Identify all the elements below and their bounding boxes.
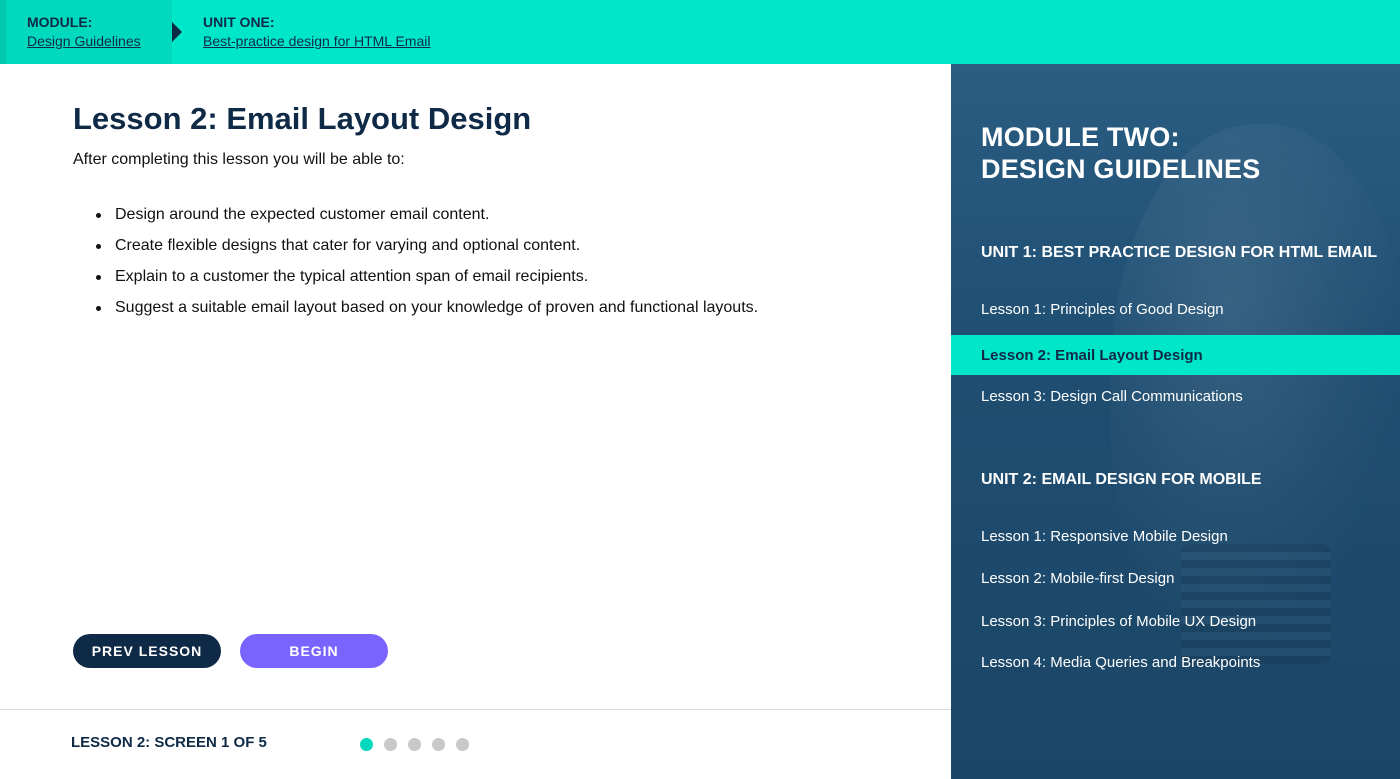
sidebar-lesson-u1-l1[interactable]: Lesson 1: Principles of Good Design: [951, 289, 1400, 329]
unit-2-heading: UNIT 2: EMAIL DESIGN FOR MOBILE: [981, 471, 1262, 488]
sidebar-lesson-u2-l4[interactable]: Lesson 4: Media Queries and Breakpoints: [951, 642, 1400, 682]
pagination-dot-5[interactable]: [456, 738, 469, 751]
breadcrumb-arrow-icon: [172, 22, 182, 42]
objectives-list: Design around the expected customer emai…: [96, 204, 758, 328]
objective-item: Create flexible designs that cater for v…: [96, 235, 758, 266]
sidebar-lesson-u2-l1[interactable]: Lesson 1: Responsive Mobile Design: [951, 516, 1400, 556]
begin-button[interactable]: BEGIN: [240, 634, 388, 668]
page-title: Lesson 2: Email Layout Design: [73, 101, 532, 136]
breadcrumb-unit-label: UNIT ONE:: [203, 14, 275, 30]
sidebar-lesson-u2-l3[interactable]: Lesson 3: Principles of Mobile UX Design: [951, 601, 1400, 641]
unit-1-heading: UNIT 1: BEST PRACTICE DESIGN FOR HTML EM…: [981, 244, 1378, 261]
screen-pagination: [360, 738, 469, 751]
sidebar-lesson-u1-l3[interactable]: Lesson 3: Design Call Communications: [951, 376, 1400, 416]
lesson-content: Lesson 2: Email Layout Design After comp…: [0, 64, 951, 779]
objective-item: Explain to a customer the typical attent…: [96, 266, 758, 297]
pagination-dot-2[interactable]: [384, 738, 397, 751]
objective-item: Design around the expected customer emai…: [96, 204, 758, 235]
pagination-dot-4[interactable]: [432, 738, 445, 751]
objective-item: Suggest a suitable email layout based on…: [96, 297, 758, 328]
module-title-line-1: MODULE TWO:: [981, 122, 1180, 152]
breadcrumb-bar: MODULE: Design Guidelines UNIT ONE: Best…: [0, 0, 1400, 64]
breadcrumb-module-section: [0, 0, 172, 64]
module-sidebar: MODULE TWO: DESIGN GUIDELINES UNIT 1: BE…: [951, 64, 1400, 779]
breadcrumb-unit-link[interactable]: Best-practice design for HTML Email: [203, 33, 430, 49]
breadcrumb-module-label: MODULE:: [27, 14, 93, 30]
sidebar-lesson-u1-l2[interactable]: Lesson 2: Email Layout Design: [951, 335, 1400, 375]
sidebar-lesson-u2-l2[interactable]: Lesson 2: Mobile-first Design: [951, 558, 1400, 598]
lesson-intro: After completing this lesson you will be…: [73, 151, 405, 168]
pagination-dot-3[interactable]: [408, 738, 421, 751]
breadcrumb-module-link[interactable]: Design Guidelines: [27, 33, 141, 49]
prev-lesson-button[interactable]: PREV LESSON: [73, 634, 221, 668]
module-title: MODULE TWO: DESIGN GUIDELINES: [981, 121, 1260, 185]
footer-divider: [0, 709, 951, 710]
screen-counter: LESSON 2: SCREEN 1 OF 5: [71, 734, 267, 751]
pagination-dot-1[interactable]: [360, 738, 373, 751]
module-title-line-2: DESIGN GUIDELINES: [981, 154, 1261, 184]
